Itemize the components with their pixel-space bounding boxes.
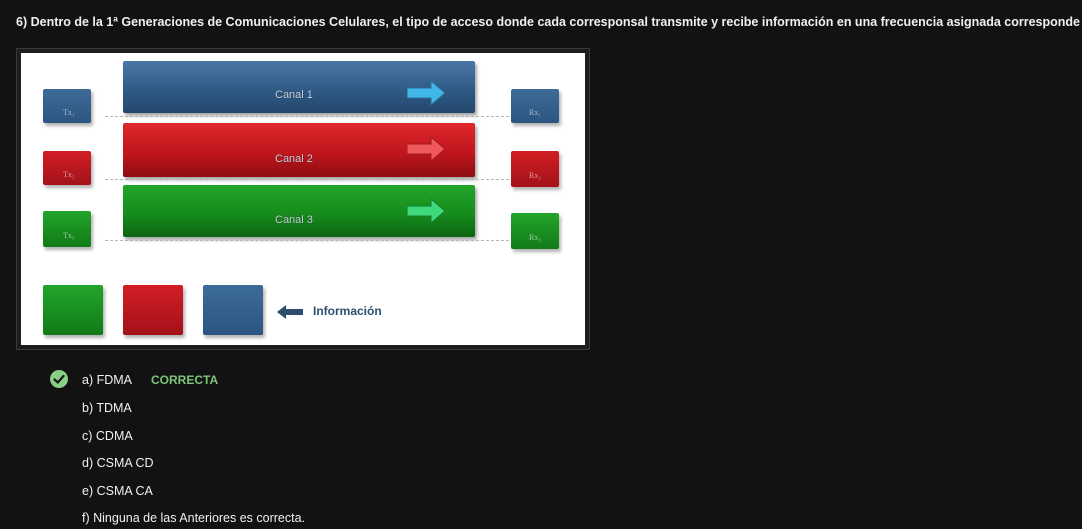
legend-arrow-icon bbox=[277, 305, 303, 319]
channel-3-line bbox=[105, 240, 509, 241]
tx3-box bbox=[43, 211, 91, 247]
answer-option-e[interactable]: e) CSMA CA bbox=[82, 484, 153, 498]
channel-3-arrow-icon bbox=[407, 199, 445, 223]
tx1-label: Tx₁ bbox=[63, 108, 75, 117]
rx1-label: Rx₁ bbox=[529, 108, 542, 117]
legend-red-block bbox=[123, 285, 183, 335]
channel-2-label: Canal 2 bbox=[275, 153, 313, 165]
tx2-box bbox=[43, 151, 91, 185]
check-icon bbox=[50, 370, 68, 388]
question-text: 6) Dentro de la 1ª Generaciones de Comun… bbox=[16, 15, 1082, 29]
tx1-box bbox=[43, 89, 91, 123]
channel-1-arrow-icon bbox=[407, 81, 445, 105]
channel-1-label: Canal 1 bbox=[275, 89, 313, 101]
rx1-box bbox=[511, 89, 559, 123]
channel-3-label: Canal 3 bbox=[275, 214, 313, 226]
tx2-label: Tx₂ bbox=[63, 170, 75, 179]
correct-badge: CORRECTA bbox=[151, 373, 219, 387]
answer-option-d[interactable]: d) CSMA CD bbox=[82, 456, 154, 470]
answer-option-a[interactable]: a) FDMA bbox=[82, 373, 132, 387]
answer-option-c[interactable]: c) CDMA bbox=[82, 429, 133, 443]
legend-label: Información bbox=[313, 304, 382, 318]
figure-frame: Canal 1 Tx₁ Rx₁ Canal 2 Tx₂ Rx₂ Canal 3 … bbox=[16, 48, 590, 350]
rx3-box bbox=[511, 213, 559, 249]
rx2-box bbox=[511, 151, 559, 187]
rx2-label: Rx₂ bbox=[529, 171, 542, 180]
channel-2-line bbox=[105, 179, 509, 180]
answer-option-f[interactable]: f) Ninguna de las Anteriores es correcta… bbox=[82, 511, 305, 525]
fdma-diagram: Canal 1 Tx₁ Rx₁ Canal 2 Tx₂ Rx₂ Canal 3 … bbox=[21, 53, 585, 345]
answer-option-b[interactable]: b) TDMA bbox=[82, 401, 132, 415]
legend-blue-block bbox=[203, 285, 263, 335]
channel-2-arrow-icon bbox=[407, 137, 445, 161]
rx3-label: Rx₃ bbox=[529, 233, 542, 242]
legend-green-block bbox=[43, 285, 103, 335]
tx3-label: Tx₃ bbox=[63, 231, 75, 240]
channel-1-line bbox=[105, 116, 509, 117]
